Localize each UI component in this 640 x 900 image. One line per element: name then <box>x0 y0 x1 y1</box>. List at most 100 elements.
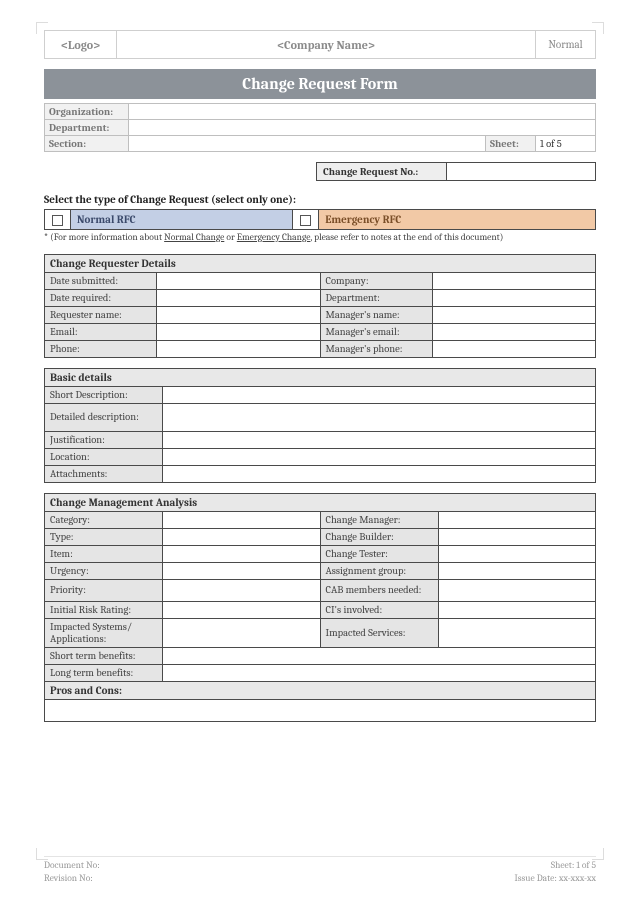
assignment-group-field[interactable] <box>438 562 596 579</box>
impacted-systems-field[interactable] <box>163 618 321 647</box>
footer-left: Document No: Revision No: <box>44 860 100 886</box>
change-manager-field[interactable] <box>438 511 596 528</box>
company-name: <Company Name> <box>117 31 536 59</box>
phone-field[interactable] <box>157 340 321 357</box>
location-label: Location: <box>45 448 163 465</box>
change-manager-label: Change Manager: <box>320 511 438 528</box>
initial-risk-label: Initial Risk Rating: <box>45 601 163 618</box>
date-submitted-field[interactable] <box>157 272 321 289</box>
item-label: Item: <box>45 545 163 562</box>
email-field[interactable] <box>157 323 321 340</box>
requester-name-label: Requester name: <box>45 306 157 323</box>
change-tester-label: Change Tester: <box>320 545 438 562</box>
attachments-field[interactable] <box>163 465 596 482</box>
justification-field[interactable] <box>163 431 596 448</box>
req-department-label: Department: <box>320 289 432 306</box>
logo-placeholder: <Logo> <box>45 31 117 59</box>
corner-mark <box>592 22 604 34</box>
normal-change-link[interactable]: Normal Change <box>164 232 224 243</box>
type-label: Type: <box>45 528 163 545</box>
short-desc-label: Short Description: <box>45 386 163 403</box>
change-request-no-label: Change Request No.: <box>317 163 447 181</box>
justification-label: Justification: <box>45 431 163 448</box>
managers-email-label: Manager's email: <box>320 323 432 340</box>
category-field[interactable] <box>163 511 321 528</box>
urgency-field[interactable] <box>163 562 321 579</box>
change-request-no-wrap: Change Request No.: <box>44 162 596 181</box>
category-label: Category: <box>45 511 163 528</box>
basic-details-table: Basic details Short Description: Detaile… <box>44 368 596 483</box>
footer-sheet: Sheet: 1 of 5 <box>515 860 596 873</box>
date-submitted-label: Date submitted: <box>45 272 157 289</box>
doc-no: Document No: <box>44 860 100 873</box>
long-term-label: Long term benefits: <box>45 664 163 681</box>
attachments-label: Attachments: <box>45 465 163 482</box>
emergency-rfc-checkbox[interactable] <box>293 210 319 230</box>
doc-header-table: <Logo> <Company Name> Normal <box>44 30 596 59</box>
rev-no: Revision No: <box>44 873 100 886</box>
short-term-field[interactable] <box>163 647 596 664</box>
type-field[interactable] <box>163 528 321 545</box>
location-field[interactable] <box>163 448 596 465</box>
rfc-type-table: Normal RFC Emergency RFC <box>44 209 596 230</box>
urgency-label: Urgency: <box>45 562 163 579</box>
change-request-no-table: Change Request No.: <box>316 162 596 181</box>
email-label: Email: <box>45 323 157 340</box>
managers-name-label: Manager's name: <box>320 306 432 323</box>
corner-mark <box>36 22 48 34</box>
req-department-field[interactable] <box>432 289 596 306</box>
organization-label: Organization: <box>45 104 129 120</box>
short-desc-field[interactable] <box>163 386 596 403</box>
cab-members-field[interactable] <box>438 579 596 601</box>
mode-label: Normal <box>536 31 596 59</box>
priority-field[interactable] <box>163 579 321 601</box>
footer-right: Sheet: 1 of 5 Issue Date: xx-xxx-xx <box>515 860 596 886</box>
normal-rfc-checkbox[interactable] <box>45 210 71 230</box>
document-page: <Logo> <Company Name> Normal Change Requ… <box>0 0 640 900</box>
cab-members-label: CAB members needed: <box>320 579 438 601</box>
normal-rfc-label: Normal RFC <box>71 210 293 230</box>
managers-email-field[interactable] <box>432 323 596 340</box>
impacted-services-label: Impacted Services: <box>320 618 438 647</box>
section-field[interactable] <box>129 136 486 152</box>
requester-details-table: Change Requester Details Date submitted:… <box>44 254 596 358</box>
managers-phone-field[interactable] <box>432 340 596 357</box>
emergency-change-link[interactable]: Emergency Change <box>237 232 311 243</box>
managers-phone-label: Manager's phone: <box>320 340 432 357</box>
initial-risk-field[interactable] <box>163 601 321 618</box>
change-request-no-field[interactable] <box>447 163 596 181</box>
cis-involved-field[interactable] <box>438 601 596 618</box>
pros-cons-header: Pros and Cons: <box>45 681 596 699</box>
long-term-field[interactable] <box>163 664 596 681</box>
cis-involved-label: CI's involved: <box>320 601 438 618</box>
company-label: Company: <box>320 272 432 289</box>
sheet-label: Sheet: <box>486 136 536 152</box>
rfc-footnote: * (For more information about Normal Cha… <box>44 232 596 244</box>
footer-issue-date: Issue Date: xx-xxx-xx <box>515 873 596 886</box>
basic-header: Basic details <box>45 368 596 386</box>
detailed-desc-field[interactable] <box>163 403 596 431</box>
priority-label: Priority: <box>45 579 163 601</box>
department-label: Department: <box>45 120 129 136</box>
organization-field[interactable] <box>129 104 596 120</box>
cma-table: Change Management Analysis Category: Cha… <box>44 493 596 722</box>
requester-name-field[interactable] <box>157 306 321 323</box>
doc-footer: Document No: Revision No: Sheet: 1 of 5 … <box>44 856 596 886</box>
item-field[interactable] <box>163 545 321 562</box>
change-builder-field[interactable] <box>438 528 596 545</box>
select-type-prompt: Select the type of Change Request (selec… <box>44 193 596 206</box>
pros-cons-field[interactable] <box>45 699 596 721</box>
department-field[interactable] <box>129 120 596 136</box>
phone-label: Phone: <box>45 340 157 357</box>
impacted-services-field[interactable] <box>438 618 596 647</box>
managers-name-field[interactable] <box>432 306 596 323</box>
change-tester-field[interactable] <box>438 545 596 562</box>
requester-header: Change Requester Details <box>45 254 596 272</box>
date-required-field[interactable] <box>157 289 321 306</box>
assignment-group-label: Assignment group: <box>320 562 438 579</box>
section-label: Section: <box>45 136 129 152</box>
company-field[interactable] <box>432 272 596 289</box>
short-term-label: Short term benefits: <box>45 647 163 664</box>
change-builder-label: Change Builder: <box>320 528 438 545</box>
cma-header: Change Management Analysis <box>45 493 596 511</box>
